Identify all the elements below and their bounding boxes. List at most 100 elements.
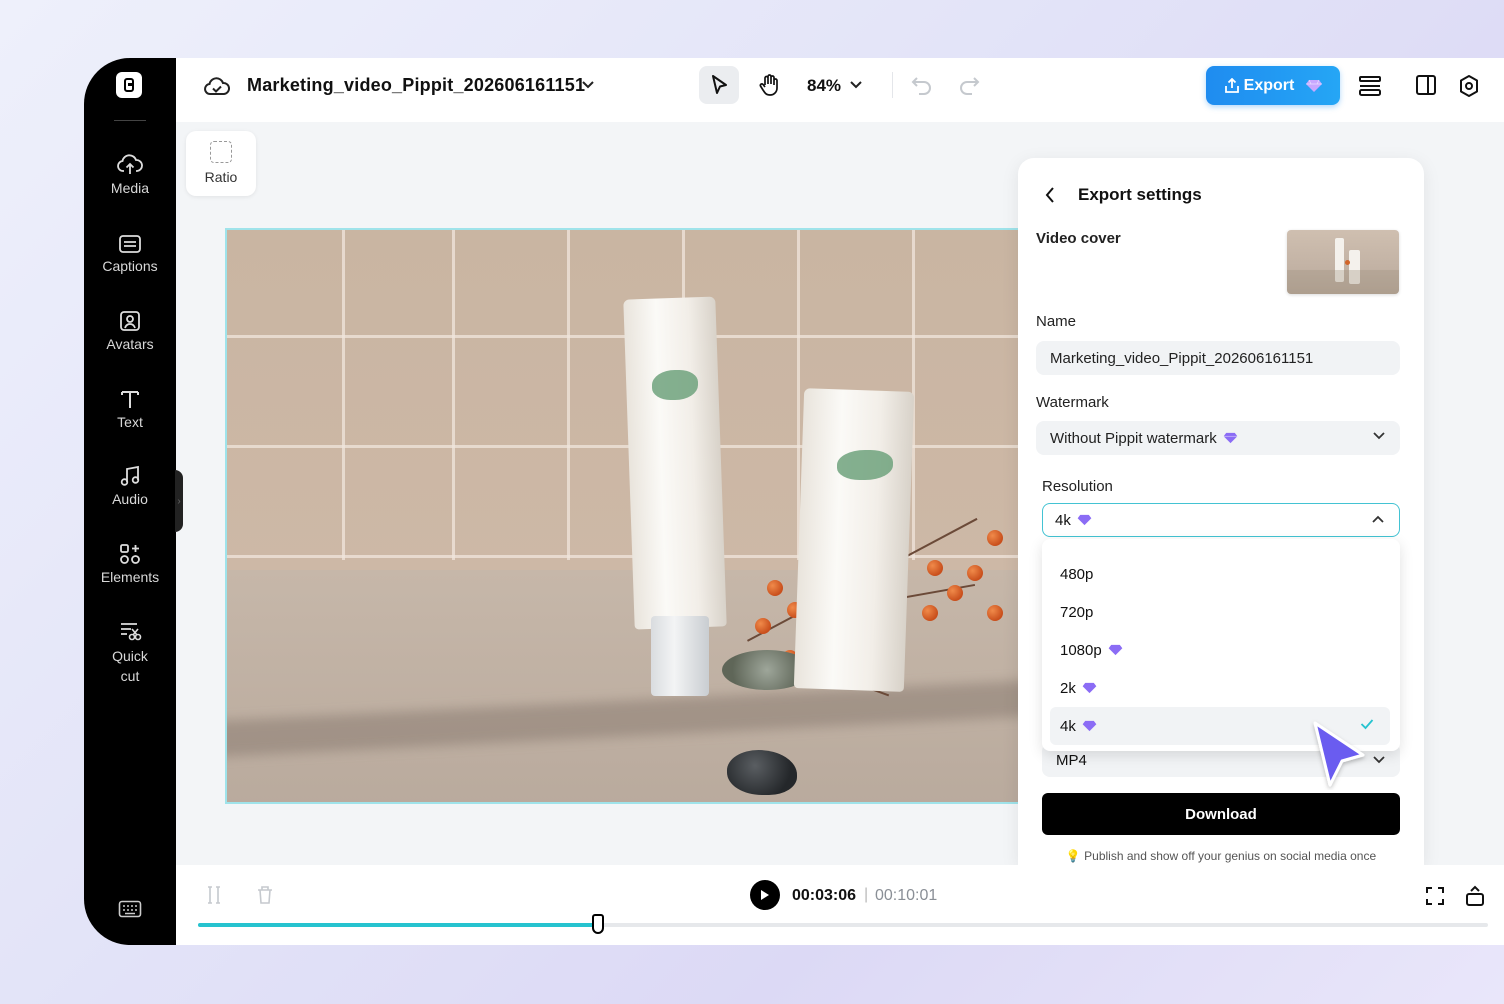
captions-icon bbox=[119, 235, 141, 253]
select-tool-button[interactable] bbox=[699, 66, 739, 104]
export-label: Export bbox=[1243, 76, 1295, 94]
sidebar-item-label: Elements bbox=[100, 569, 160, 585]
cloud-upload-icon bbox=[117, 154, 143, 174]
chevron-down-icon[interactable] bbox=[581, 80, 595, 90]
current-time: 00:03:06 bbox=[792, 887, 857, 904]
sidebar-divider bbox=[114, 120, 146, 121]
name-label: Name bbox=[1036, 313, 1077, 330]
sidebar-item-avatars[interactable]: Avatars bbox=[84, 310, 176, 352]
format-value: MP4 bbox=[1056, 752, 1087, 769]
avatar-icon bbox=[120, 311, 140, 331]
back-arrow-icon[interactable] bbox=[1044, 186, 1056, 204]
play-button[interactable] bbox=[750, 880, 780, 910]
premium-gem-icon bbox=[1108, 644, 1123, 656]
sidebar-item-quick-cut[interactable]: Quick cut bbox=[84, 620, 176, 686]
chevron-down-icon bbox=[1373, 432, 1385, 440]
mouse-cursor-icon bbox=[1313, 721, 1365, 787]
text-icon bbox=[121, 391, 139, 408]
cloud-sync-icon[interactable] bbox=[204, 76, 230, 98]
delete-icon[interactable] bbox=[256, 885, 274, 905]
download-button[interactable]: Download bbox=[1042, 793, 1400, 835]
chevron-up-icon bbox=[1372, 515, 1384, 523]
premium-gem-icon bbox=[1077, 514, 1092, 526]
sidebar-item-label: Text bbox=[117, 414, 143, 430]
sidebar-item-elements[interactable]: Elements bbox=[84, 543, 176, 585]
collapse-panel-icon[interactable] bbox=[1465, 885, 1485, 907]
timeline-track[interactable] bbox=[198, 923, 1488, 927]
time-separator: | bbox=[864, 886, 869, 903]
sidebar-item-label: Avatars bbox=[106, 336, 154, 352]
toolbar-divider bbox=[892, 72, 893, 98]
timeline-bar: 00:03:06 | 00:10:01 bbox=[176, 865, 1504, 945]
option-label: 2k bbox=[1060, 679, 1076, 697]
pippit-logo[interactable] bbox=[116, 72, 142, 98]
fullscreen-icon[interactable] bbox=[1425, 886, 1445, 906]
aspect-ratio-icon bbox=[210, 141, 232, 163]
zoom-level[interactable]: 84% bbox=[807, 76, 841, 96]
layers-icon[interactable] bbox=[1357, 74, 1383, 98]
timeline-progress bbox=[198, 923, 598, 927]
resolution-value: 4k bbox=[1055, 511, 1071, 529]
elements-icon bbox=[120, 544, 140, 564]
panel-title: Export settings bbox=[1078, 185, 1202, 204]
total-time: 00:10:01 bbox=[875, 887, 938, 904]
quick-cut-icon bbox=[121, 623, 142, 641]
video-cover-label: Video cover bbox=[1036, 230, 1121, 247]
video-cover-thumbnail[interactable] bbox=[1287, 230, 1399, 294]
top-bar: Marketing_video_Pippit_202606161151 84% … bbox=[176, 58, 1504, 122]
sidebar-item-label: Media bbox=[110, 180, 150, 196]
redo-icon[interactable] bbox=[958, 75, 980, 95]
resolution-option-480p[interactable]: 480p bbox=[1050, 555, 1390, 593]
option-label: 4k bbox=[1060, 717, 1076, 735]
share-icon bbox=[1224, 77, 1239, 93]
watermark-value: Without Pippit watermark bbox=[1050, 429, 1217, 447]
ratio-label: Ratio bbox=[204, 169, 238, 185]
sidebar: Media Captions Avatars Text Audio Elemen… bbox=[84, 58, 183, 945]
app-window: Media Captions Avatars Text Audio Elemen… bbox=[84, 58, 1504, 945]
sidebar-item-media[interactable]: Media bbox=[84, 154, 176, 196]
name-value: Marketing_video_Pippit_202606161151 bbox=[1050, 349, 1314, 367]
undo-icon[interactable] bbox=[911, 75, 933, 95]
chevron-down-icon bbox=[1373, 756, 1385, 764]
sidebar-item-text[interactable]: Text bbox=[84, 388, 176, 430]
sidebar-item-label: Captions bbox=[102, 258, 158, 274]
product-tube-left bbox=[623, 296, 727, 630]
watermark-select[interactable]: Without Pippit watermark bbox=[1036, 421, 1400, 455]
resolution-select[interactable]: 4k bbox=[1042, 503, 1400, 537]
playhead-handle[interactable] bbox=[591, 914, 604, 934]
play-icon bbox=[761, 890, 769, 900]
keyboard-icon[interactable] bbox=[118, 900, 142, 918]
sidebar-item-label: Audio bbox=[112, 491, 148, 507]
option-label: 1080p bbox=[1060, 641, 1102, 659]
ratio-button[interactable]: Ratio bbox=[186, 131, 256, 196]
sidebar-item-audio[interactable]: Audio bbox=[84, 465, 176, 507]
chevron-down-icon[interactable] bbox=[849, 80, 863, 90]
sidebar-collapse-handle[interactable]: › bbox=[175, 470, 183, 532]
name-input[interactable]: Marketing_video_Pippit_202606161151 bbox=[1036, 341, 1400, 375]
pointer-icon bbox=[712, 75, 727, 94]
option-label: 480p bbox=[1060, 565, 1094, 583]
export-button[interactable]: Export bbox=[1206, 66, 1340, 105]
download-label: Download bbox=[1185, 805, 1257, 823]
project-title[interactable]: Marketing_video_Pippit_202606161151 bbox=[247, 75, 585, 96]
sidebar-item-label-2: cut bbox=[120, 668, 140, 684]
watermark-label: Watermark bbox=[1036, 394, 1109, 411]
premium-gem-icon bbox=[1082, 720, 1097, 732]
sidebar-item-captions[interactable]: Captions bbox=[84, 234, 176, 274]
option-label: 720p bbox=[1060, 603, 1094, 621]
settings-icon[interactable] bbox=[1458, 74, 1480, 98]
resolution-option-2k[interactable]: 2k bbox=[1050, 669, 1390, 707]
resolution-option-1080p[interactable]: 1080p bbox=[1050, 631, 1390, 669]
music-icon bbox=[120, 465, 140, 486]
split-icon[interactable] bbox=[206, 885, 222, 905]
resolution-option-720p[interactable]: 720p bbox=[1050, 593, 1390, 631]
panel-toggle-icon[interactable] bbox=[1415, 74, 1437, 96]
hand-tool-button[interactable] bbox=[749, 66, 789, 104]
premium-gem-icon bbox=[1082, 682, 1097, 694]
sidebar-item-label: Quick bbox=[112, 648, 148, 664]
product-tube-right bbox=[793, 388, 915, 692]
hand-icon bbox=[759, 74, 778, 96]
video-preview[interactable] bbox=[225, 228, 1020, 804]
premium-gem-icon bbox=[1223, 432, 1238, 444]
premium-gem-icon bbox=[1306, 79, 1323, 92]
